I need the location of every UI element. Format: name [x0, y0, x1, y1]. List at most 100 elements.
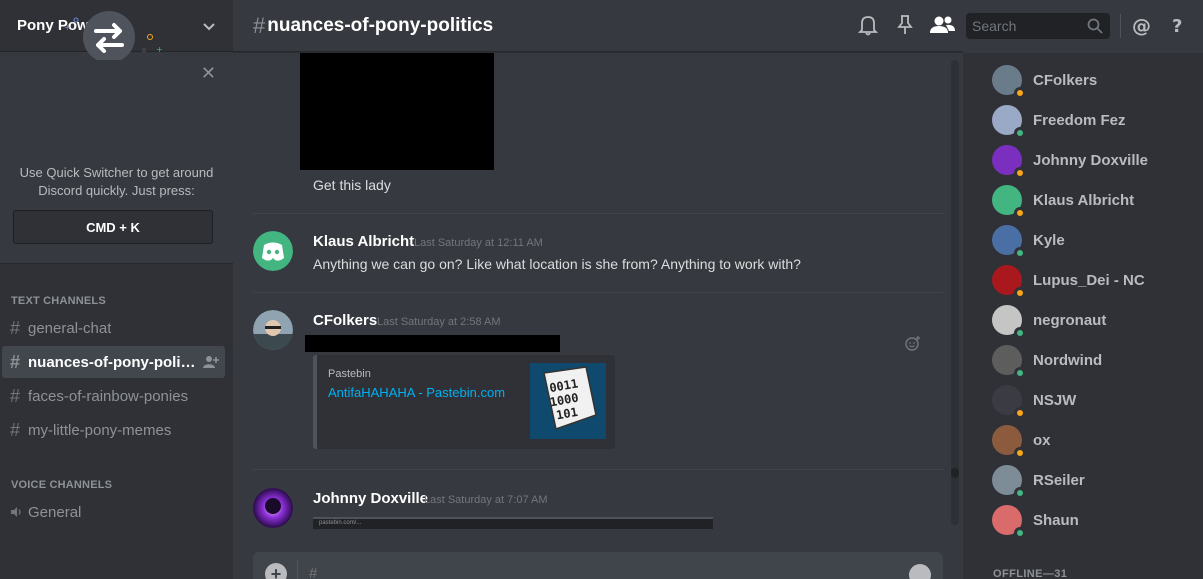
member-item[interactable]: RSeiler	[992, 460, 1085, 500]
message-list[interactable]: Get this lady Klaus Albricht Last Saturd…	[233, 53, 963, 531]
message-author[interactable]: Johnny Doxville	[313, 490, 428, 507]
link-embed: Pastebin AntifaHAHAHA - Pastebin.com 001…	[313, 355, 615, 449]
quick-switcher-shortcut-button[interactable]: CMD + K	[13, 210, 213, 244]
channel-nuances-of-pony-politics[interactable]: # nuances-of-pony-politics	[2, 346, 225, 378]
member-list: CFolkers Freedom Fez Johnny Doxville Kla…	[963, 53, 1203, 579]
member-item[interactable]: Klaus Albricht	[992, 180, 1134, 220]
message-timestamp: Last Saturday at 2:58 AM	[377, 316, 501, 328]
header-divider	[1120, 14, 1121, 38]
avatar	[992, 425, 1026, 459]
avatar	[992, 465, 1026, 499]
member-name: Kyle	[1033, 231, 1065, 249]
hash-icon: #	[253, 12, 266, 38]
message-composer: +	[253, 552, 943, 579]
quick-switcher-illustration: + + ::	[64, 11, 163, 60]
status-indicator	[1014, 327, 1026, 339]
member-item[interactable]: Johnny Doxville	[992, 140, 1148, 180]
embed-thumbnail[interactable]: 0011 1000 101	[530, 363, 606, 439]
avatar	[992, 505, 1026, 539]
member-name: Freedom Fez	[1033, 111, 1126, 129]
message-timestamp: Last Saturday at 12:11 AM	[414, 237, 543, 249]
svg-text:+: +	[64, 23, 71, 32]
avatar[interactable]	[253, 310, 293, 350]
member-item[interactable]: Lupus_Dei - NC	[992, 260, 1145, 300]
attachment-image[interactable]	[300, 53, 494, 170]
member-item[interactable]: CFolkers	[992, 60, 1097, 100]
help-icon[interactable]: ?	[1172, 14, 1186, 36]
member-item[interactable]: NSJW	[992, 380, 1076, 420]
search-icon	[1087, 18, 1103, 34]
member-name: ox	[1033, 431, 1051, 449]
category-voice-channels[interactable]: VOICE CHANNELS	[11, 479, 112, 491]
avatar	[992, 345, 1026, 379]
message-input[interactable]	[309, 562, 889, 579]
svg-text:?: ?	[1172, 16, 1182, 36]
embed-title-link[interactable]: AntifaHAHAHA - Pastebin.com	[328, 385, 505, 400]
status-indicator	[1014, 367, 1026, 379]
channel-general-chat[interactable]: # general-chat	[2, 312, 225, 344]
member-name: negronaut	[1033, 311, 1107, 329]
avatar	[992, 385, 1026, 419]
search-bar[interactable]	[966, 13, 1110, 39]
avatar	[992, 105, 1026, 139]
binary-file-icon: 0011 1000 101	[543, 366, 597, 430]
status-indicator	[1014, 207, 1026, 219]
pin-icon[interactable]	[896, 14, 914, 36]
mentions-icon[interactable]: @	[1132, 14, 1152, 36]
search-input[interactable]	[972, 17, 1082, 35]
redacted-block	[305, 335, 560, 352]
member-item[interactable]: ox	[992, 420, 1051, 460]
status-indicator	[1014, 527, 1026, 539]
avatar	[992, 145, 1026, 179]
member-item[interactable]: Nordwind	[992, 340, 1102, 380]
avatar[interactable]	[253, 488, 293, 528]
close-icon[interactable]: ✕	[201, 64, 216, 82]
channel-title: nuances-of-pony-politics	[267, 14, 494, 36]
add-reaction-icon[interactable]	[905, 335, 921, 351]
message-timestamp: Last Saturday at 7:07 AM	[424, 494, 548, 506]
status-indicator	[1014, 407, 1026, 419]
avatar	[992, 265, 1026, 299]
category-text-channels[interactable]: TEXT CHANNELS	[11, 295, 106, 307]
scrollbar-thumb[interactable]	[951, 468, 959, 478]
avatar	[992, 185, 1026, 219]
quick-switcher-tip: ✕ + + :: Use Quick Switcher to get aroun…	[0, 11, 233, 264]
hash-icon: #	[10, 419, 21, 440]
svg-text:::: ::	[142, 47, 146, 54]
composer-divider	[297, 560, 298, 579]
message-content: Anything we can go on? Like what locatio…	[313, 256, 801, 272]
status-indicator	[1014, 447, 1026, 459]
embed-provider[interactable]: Pastebin	[328, 368, 371, 380]
emoji-icon[interactable]	[909, 564, 931, 579]
status-indicator	[1014, 487, 1026, 499]
member-name: Klaus Albricht	[1033, 191, 1135, 209]
member-item[interactable]: Shaun	[992, 500, 1079, 540]
voice-channel-general[interactable]: General	[2, 496, 225, 528]
notification-bell-icon[interactable]	[858, 14, 878, 36]
member-name: RSeiler	[1033, 471, 1085, 489]
chat-area: # nuances-of-pony-politics Get this lady…	[233, 0, 963, 579]
status-indicator	[1014, 87, 1026, 99]
avatar[interactable]	[253, 231, 293, 271]
speaker-icon	[11, 507, 21, 517]
message-divider	[253, 213, 943, 214]
member-list-icon[interactable]	[930, 14, 956, 36]
member-name: NSJW	[1033, 391, 1077, 409]
scrollbar-track[interactable]	[951, 60, 959, 525]
channel-sidebar: Pony Power ✕ + + :: Use Quick Switcher t…	[0, 0, 233, 579]
member-item[interactable]: negronaut	[992, 300, 1106, 340]
member-item[interactable]: Freedom Fez	[992, 100, 1126, 140]
add-user-icon[interactable]	[203, 354, 219, 370]
channel-my-little-pony-memes[interactable]: # my-little-pony-memes	[2, 414, 225, 446]
avatar	[992, 225, 1026, 259]
channel-faces-of-rainbow-ponies[interactable]: # faces-of-rainbow-ponies	[2, 380, 225, 412]
upload-plus-icon[interactable]: +	[265, 563, 287, 579]
quick-switcher-text: Use Quick Switcher to get around Discord…	[19, 165, 214, 198]
message-author[interactable]: CFolkers	[313, 312, 377, 329]
message-author[interactable]: Klaus Albricht	[313, 233, 414, 250]
member-item[interactable]: Kyle	[992, 220, 1065, 260]
avatar	[992, 65, 1026, 99]
member-name: Nordwind	[1033, 351, 1103, 369]
svg-text:@: @	[1132, 15, 1151, 36]
link-screenshot-preview[interactable]: pastebin.com/...	[313, 517, 713, 529]
